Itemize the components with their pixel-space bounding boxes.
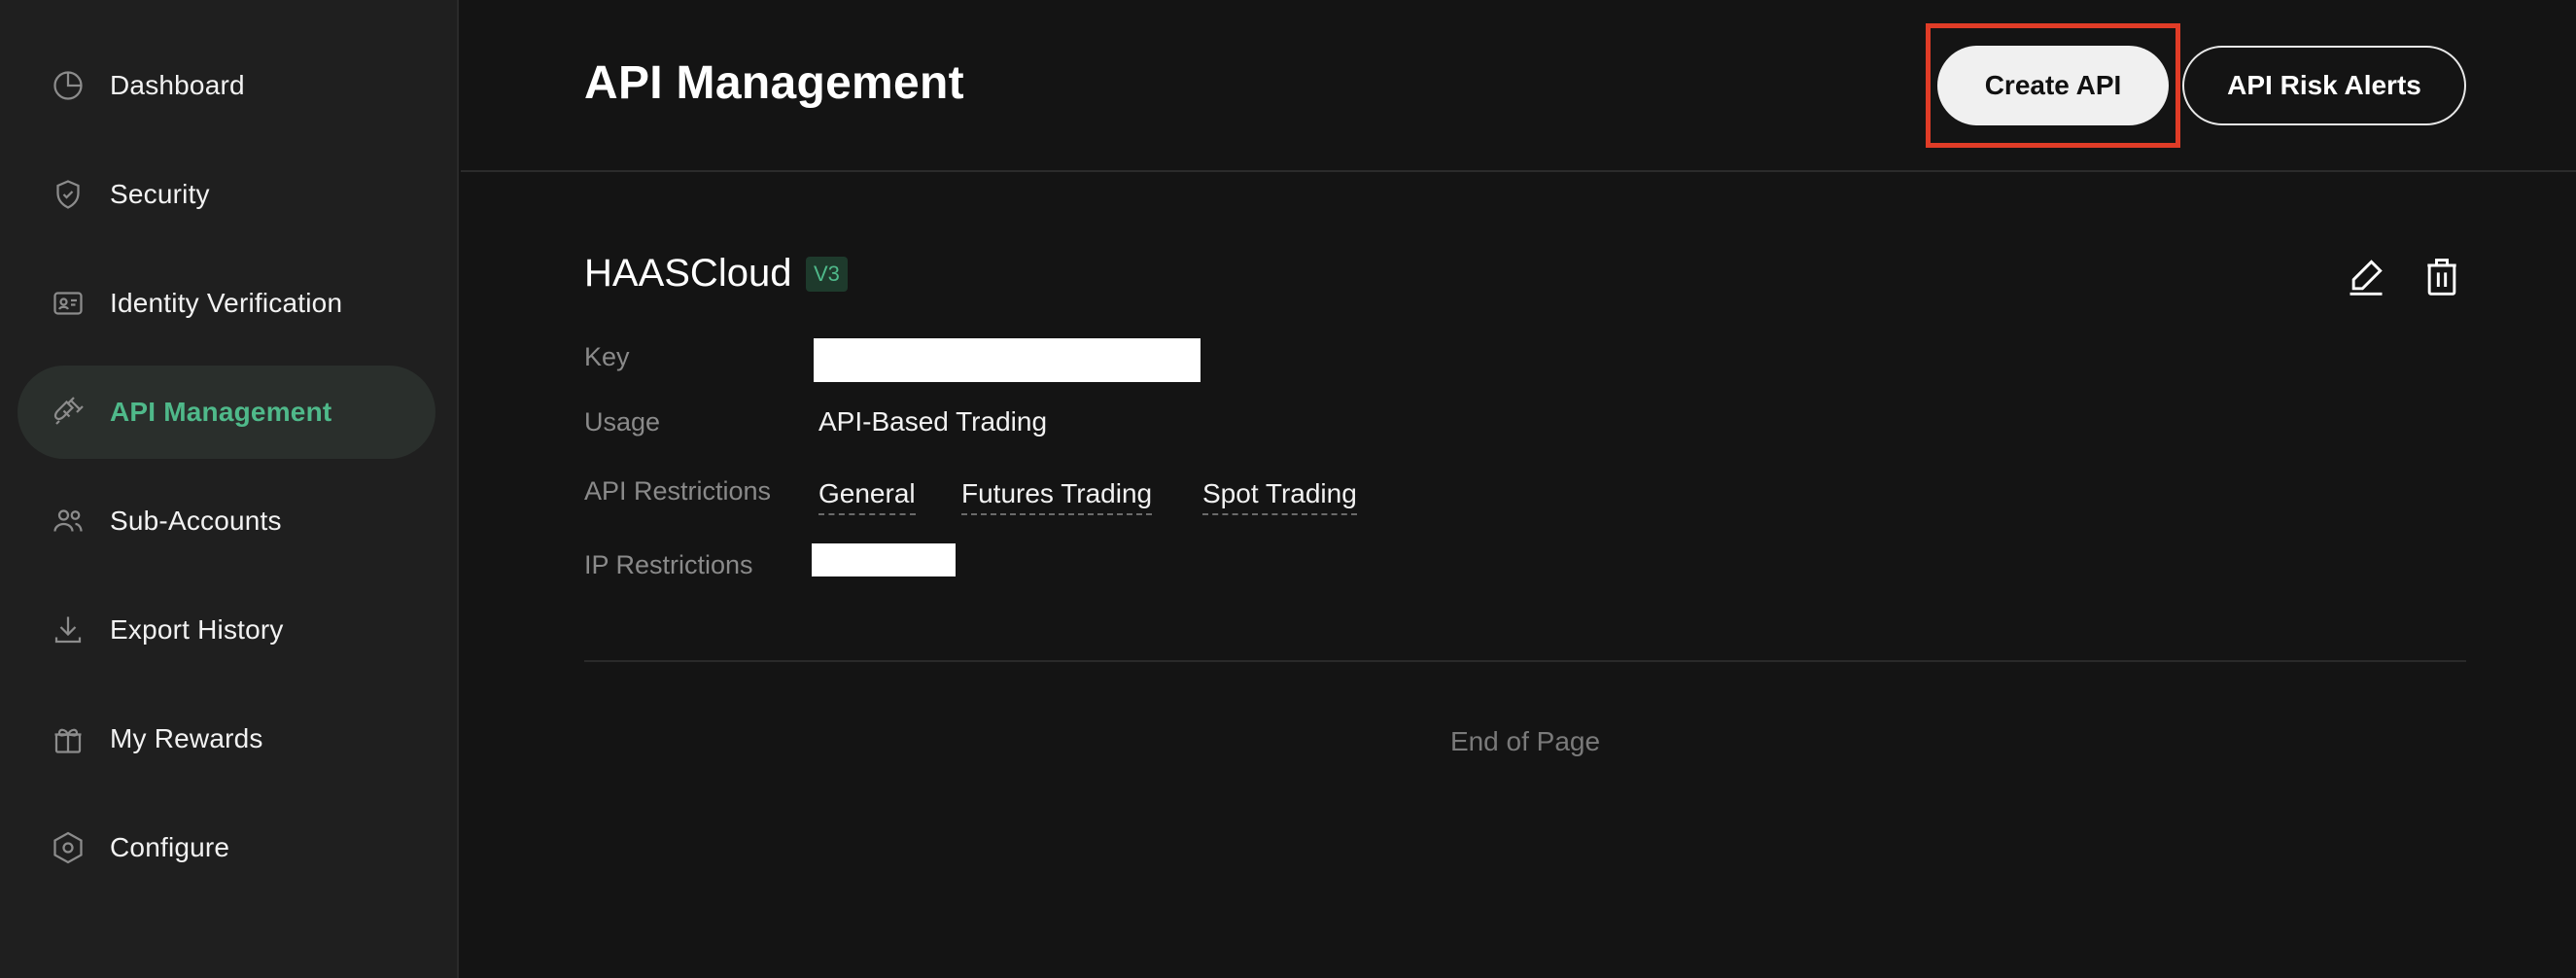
- divider: [584, 660, 2466, 662]
- api-key-name: HAASCloud: [584, 252, 792, 295]
- page-title: API Management: [584, 57, 964, 109]
- sidebar-item-configure[interactable]: Configure: [17, 801, 435, 894]
- sidebar-item-label: Configure: [110, 832, 230, 862]
- sidebar-item-my-rewards[interactable]: My Rewards: [17, 692, 435, 786]
- hexagon-gear-icon: [51, 830, 86, 865]
- sidebar-item-label: API Management: [110, 397, 332, 427]
- ip-value-redacted: [812, 543, 956, 576]
- api-key-list: HAASCloud V3 Key Usage API-Based Trading…: [461, 174, 2576, 978]
- sidebar-item-sub-accounts[interactable]: Sub-Accounts: [17, 474, 435, 568]
- version-badge: V3: [806, 257, 848, 292]
- sidebar-item-label: My Rewards: [110, 723, 263, 753]
- edit-icon[interactable]: [2342, 252, 2390, 300]
- sidebar-item-dashboard[interactable]: Dashboard: [17, 39, 435, 132]
- users-icon: [51, 504, 86, 539]
- plug-icon: [51, 395, 86, 430]
- usage-value: API-Based Trading: [818, 406, 1048, 437]
- sidebar-item-label: Dashboard: [110, 70, 245, 100]
- ip-restrictions-label: IP Restrictions: [584, 550, 753, 579]
- api-risk-alerts-button[interactable]: API Risk Alerts: [2182, 46, 2466, 125]
- id-card-icon: [51, 286, 86, 321]
- permission-tag-spot-trading[interactable]: Spot Trading: [1202, 478, 1357, 515]
- pie-chart-icon: [51, 68, 86, 103]
- page-header: API Management Create API API Risk Alert…: [461, 0, 2576, 172]
- sidebar-item-api-management[interactable]: API Management: [17, 366, 435, 459]
- sidebar-item-export-history[interactable]: Export History: [17, 583, 435, 677]
- create-api-button[interactable]: Create API: [1937, 46, 2169, 125]
- download-icon: [51, 612, 86, 647]
- sidebar-item-label: Export History: [110, 614, 284, 645]
- shield-check-icon: [51, 177, 86, 212]
- permission-tag-general[interactable]: General: [818, 478, 916, 515]
- key-label: Key: [584, 342, 630, 371]
- sidebar-item-security[interactable]: Security: [17, 148, 435, 241]
- sidebar-item-label: Sub-Accounts: [110, 506, 282, 536]
- permission-tag-futures-trading[interactable]: Futures Trading: [961, 478, 1153, 515]
- sidebar-item-label: Identity Verification: [110, 288, 343, 318]
- trash-icon[interactable]: [2418, 252, 2466, 300]
- key-value-redacted: [814, 338, 1201, 382]
- gift-icon: [51, 721, 86, 756]
- sidebar: Dashboard Security Identity Verification…: [0, 0, 459, 978]
- usage-label: Usage: [584, 407, 661, 437]
- api-restrictions-label: API Restrictions: [584, 476, 772, 506]
- sidebar-item-label: Security: [110, 179, 210, 209]
- end-of-page-text: End of Page: [1449, 726, 1601, 756]
- sidebar-item-identity-verification[interactable]: Identity Verification: [17, 257, 435, 350]
